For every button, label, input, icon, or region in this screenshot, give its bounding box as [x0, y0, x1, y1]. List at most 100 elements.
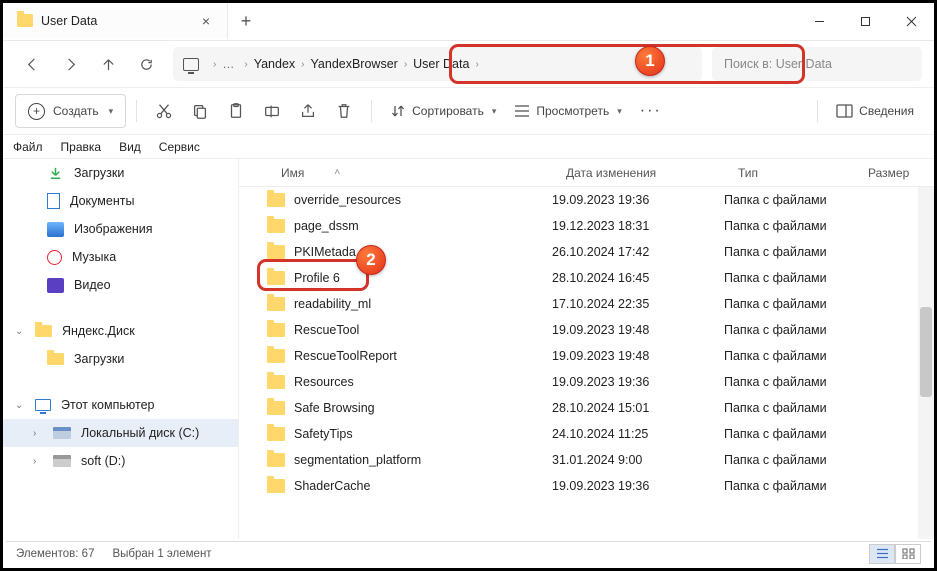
sidebar-item-label: soft (D:) — [81, 454, 125, 468]
close-window-button[interactable] — [888, 3, 934, 40]
chevron-right-icon[interactable]: › — [33, 428, 43, 439]
column-header-size[interactable]: Размер — [854, 166, 934, 180]
folder-icon — [47, 353, 64, 365]
sidebar-item-label: Этот компьютер — [61, 398, 154, 412]
plus-circle-icon: + — [28, 103, 45, 120]
file-date: 17.10.2024 22:35 — [552, 297, 724, 311]
breadcrumb[interactable]: Yandex — [254, 57, 295, 71]
details-pane-button[interactable]: Сведения — [828, 94, 922, 128]
sidebar-item-downloads[interactable]: Загрузки — [3, 159, 238, 187]
share-button[interactable] — [291, 94, 325, 128]
chevron-down-icon[interactable]: ⌄ — [15, 326, 25, 337]
menu-edit[interactable]: Правка — [61, 140, 102, 154]
file-type: Папка с файлами — [724, 219, 854, 233]
column-header-type[interactable]: Тип — [724, 166, 854, 180]
chevron-right-icon[interactable]: › — [475, 59, 478, 70]
file-type: Папка с файлами — [724, 401, 854, 415]
menu-file[interactable]: Файл — [13, 140, 43, 154]
table-row[interactable]: Resources19.09.2023 19:36Папка с файлами — [239, 369, 934, 395]
address-bar[interactable]: › … › Yandex › YandexBrowser › User Data… — [173, 47, 702, 81]
sidebar-item-pictures[interactable]: Изображения — [3, 215, 238, 243]
file-type: Папка с файлами — [724, 375, 854, 389]
table-row[interactable]: segmentation_platform31.01.2024 9:00Папк… — [239, 447, 934, 473]
breadcrumb[interactable]: YandexBrowser — [311, 57, 398, 71]
back-button[interactable] — [15, 47, 49, 81]
table-row[interactable]: page_dssm19.12.2023 18:31Папка с файлами — [239, 213, 934, 239]
table-row[interactable]: override_resources19.09.2023 19:36Папка … — [239, 187, 934, 213]
path-overflow[interactable]: … — [222, 57, 234, 71]
folder-icon — [267, 453, 285, 467]
delete-button[interactable] — [327, 94, 361, 128]
sidebar-item-label: Изображения — [74, 222, 153, 236]
table-row[interactable]: RescueToolReport19.09.2023 19:48Папка с … — [239, 343, 934, 369]
column-headers: Имя˄ Дата изменения Тип Размер — [239, 159, 934, 187]
file-name: ShaderCache — [294, 479, 370, 493]
table-row[interactable]: PKIMetada26.10.2024 17:42Папка с файлами — [239, 239, 934, 265]
close-tab-icon[interactable]: × — [199, 13, 213, 29]
new-tab-button[interactable]: + — [228, 3, 264, 40]
view-button[interactable]: Просмотреть ▾ — [506, 94, 629, 128]
refresh-button[interactable] — [129, 47, 163, 81]
window-tab[interactable]: User Data × — [3, 3, 228, 40]
document-icon — [47, 193, 60, 209]
file-date: 19.09.2023 19:48 — [552, 323, 724, 337]
chevron-right-icon[interactable]: › — [244, 59, 247, 70]
sort-button[interactable]: Сортировать ▾ — [382, 94, 504, 128]
sidebar-item-videos[interactable]: Видео — [3, 271, 238, 299]
view-details-button[interactable] — [869, 544, 895, 564]
file-type: Папка с файлами — [724, 323, 854, 337]
chevron-right-icon[interactable]: › — [404, 59, 407, 70]
table-row[interactable]: SafetyTips24.10.2024 11:25Папка с файлам… — [239, 421, 934, 447]
sidebar-item-ydisk[interactable]: ⌄Яндекс.Диск — [3, 317, 238, 345]
maximize-button[interactable] — [842, 3, 888, 40]
table-row[interactable]: RescueTool19.09.2023 19:48Папка с файлам… — [239, 317, 934, 343]
file-name: PKIMetada — [294, 245, 356, 259]
file-type: Папка с файлами — [724, 297, 854, 311]
file-type: Папка с файлами — [724, 271, 854, 285]
chevron-down-icon: ▾ — [492, 106, 497, 117]
drive-icon — [53, 455, 71, 467]
folder-icon — [267, 297, 285, 311]
table-row[interactable]: readability_ml17.10.2024 22:35Папка с фа… — [239, 291, 934, 317]
column-header-date[interactable]: Дата изменения — [552, 166, 724, 180]
chevron-down-icon[interactable]: ⌄ — [15, 400, 25, 411]
column-header-name[interactable]: Имя˄ — [267, 166, 552, 180]
table-row[interactable]: Profile 628.10.2024 16:45Папка с файлами — [239, 265, 934, 291]
sidebar-item-drive-d[interactable]: › soft (D:) — [3, 447, 238, 475]
chevron-right-icon[interactable]: › — [33, 456, 43, 467]
cut-button[interactable] — [147, 94, 181, 128]
create-label: Создать — [53, 104, 99, 118]
sidebar-item-documents[interactable]: Документы — [3, 187, 238, 215]
minimize-button[interactable] — [796, 3, 842, 40]
sidebar-item-music[interactable]: Музыка — [3, 243, 238, 271]
vertical-scrollbar[interactable] — [918, 187, 934, 539]
scrollbar-thumb[interactable] — [920, 307, 932, 397]
up-button[interactable] — [91, 47, 125, 81]
view-thumbnails-button[interactable] — [895, 544, 921, 564]
copy-button[interactable] — [183, 94, 217, 128]
file-list[interactable]: override_resources19.09.2023 19:36Папка … — [239, 187, 934, 539]
breadcrumb[interactable]: User Data — [413, 57, 469, 71]
sidebar-item-this-pc[interactable]: ⌄ Этот компьютер — [3, 391, 238, 419]
sidebar-item-drive-c[interactable]: ›Локальный диск (C:) — [3, 419, 238, 447]
status-bar: Элементов: 67 Выбран 1 элемент — [6, 541, 931, 565]
menu-view[interactable]: Вид — [119, 140, 141, 154]
chevron-down-icon: ▾ — [109, 106, 114, 117]
rename-button[interactable] — [255, 94, 289, 128]
file-type: Папка с файлами — [724, 349, 854, 363]
file-type: Папка с файлами — [724, 453, 854, 467]
paste-button[interactable] — [219, 94, 253, 128]
more-button[interactable]: ··· — [632, 94, 670, 128]
chevron-right-icon[interactable]: › — [301, 59, 304, 70]
file-name: page_dssm — [294, 219, 359, 233]
sidebar-item-ydisk-downloads[interactable]: Загрузки — [3, 345, 238, 373]
file-date: 31.01.2024 9:00 — [552, 453, 724, 467]
table-row[interactable]: Safe Browsing28.10.2024 15:01Папка с фай… — [239, 395, 934, 421]
chevron-right-icon[interactable]: › — [213, 59, 216, 70]
file-list-pane: Имя˄ Дата изменения Тип Размер override_… — [239, 159, 934, 539]
search-input[interactable]: Поиск в: User Data — [712, 47, 922, 81]
forward-button[interactable] — [53, 47, 87, 81]
create-button[interactable]: + Создать ▾ — [15, 94, 126, 128]
table-row[interactable]: ShaderCache19.09.2023 19:36Папка с файла… — [239, 473, 934, 499]
menu-tools[interactable]: Сервис — [159, 140, 200, 154]
